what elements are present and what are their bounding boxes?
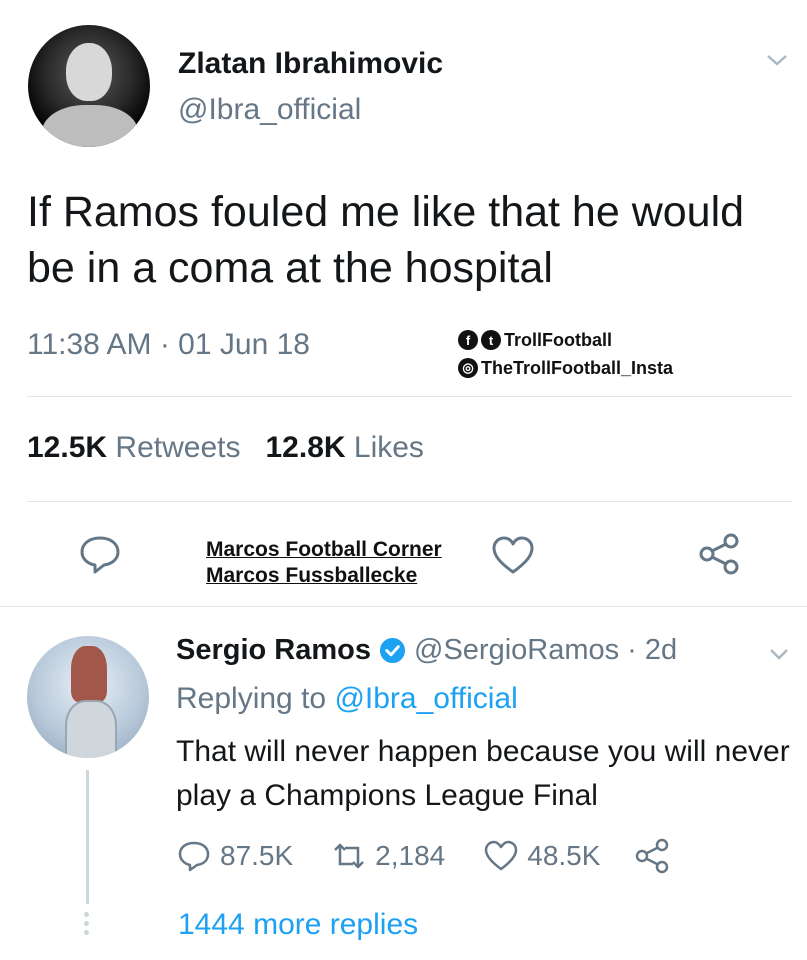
reply-count: 87.5K: [220, 840, 294, 871]
tweet-timestamp[interactable]: 11:38 AM · 01 Jun 18: [27, 328, 310, 362]
share-icon[interactable]: [697, 532, 741, 576]
like-action[interactable]: 48.5K: [483, 838, 600, 874]
divider: [27, 396, 792, 397]
troll-watermark: f t TrollFootball ◎ TheTrollFootball_Ins…: [458, 328, 673, 384]
reply-icon[interactable]: [78, 532, 122, 576]
likes-count[interactable]: 12.8K: [265, 431, 345, 464]
reply-actions: 87.5K 2,184 48.5K: [176, 838, 678, 874]
retweet-action[interactable]: 2,184: [331, 838, 445, 874]
share-action[interactable]: [634, 838, 678, 874]
replying-to: Replying to @Ibra_official: [176, 682, 518, 716]
likes-label[interactable]: Likes: [354, 431, 424, 464]
retweet-count: 2,184: [375, 840, 446, 871]
tweet-text: If Ramos fouled me like that he would be…: [27, 188, 745, 292]
like-count: 48.5K: [527, 840, 601, 871]
reply-text: That will never happen because you will …: [176, 735, 790, 812]
divider: [0, 606, 807, 607]
heart-icon: [485, 840, 518, 871]
author-name[interactable]: Zlatan Ibrahimovic: [178, 47, 443, 81]
facebook-icon: f: [458, 330, 478, 350]
chevron-down-icon[interactable]: [765, 643, 793, 665]
avatar-zlatan[interactable]: [28, 25, 150, 147]
replying-mention[interactable]: @Ibra_official: [334, 682, 517, 715]
thread-line: [86, 770, 89, 904]
watermark-line2: TheTrollFootball_Insta: [481, 357, 674, 378]
reply-action[interactable]: 87.5K: [176, 838, 293, 874]
author-handle[interactable]: @Ibra_official: [178, 93, 361, 127]
avatar-body-shape: [42, 105, 138, 147]
twitter-icon: t: [481, 330, 501, 350]
reply-meta[interactable]: @SergioRamos · 2d: [414, 634, 677, 667]
avatar-figure-shape: [71, 646, 107, 702]
thread-dots: [84, 912, 89, 939]
heart-icon[interactable]: [491, 534, 535, 578]
replying-prefix: Replying to: [176, 682, 327, 715]
retweets-label[interactable]: Retweets: [115, 431, 240, 464]
reply-author-name[interactable]: Sergio Ramos: [176, 634, 371, 667]
instagram-icon: ◎: [458, 358, 478, 378]
share-icon: [636, 838, 669, 874]
more-replies-link[interactable]: 1444 more replies: [178, 908, 418, 942]
verified-icon: [379, 637, 406, 664]
chevron-down-icon[interactable]: [762, 48, 792, 72]
avatar-ramos[interactable]: [27, 636, 149, 758]
tweet-stats: 12.5K Retweets 12.8K Likes: [27, 431, 424, 465]
reply-header: Sergio Ramos @SergioRamos · 2d: [176, 634, 677, 667]
marcos-watermark: Marcos Football Corner Marcos Fussballec…: [203, 537, 445, 589]
retweet-icon: [334, 843, 365, 869]
avatar-trophy-shape: [65, 700, 117, 758]
reply-icon: [178, 841, 210, 872]
retweets-count[interactable]: 12.5K: [27, 431, 107, 464]
marcos-line1: Marcos Football Corner: [206, 538, 442, 561]
watermark-line1: TrollFootball: [504, 329, 612, 350]
avatar-head-shape: [66, 43, 112, 101]
divider: [27, 501, 792, 502]
marcos-line2: Marcos Fussballecke: [206, 564, 418, 587]
